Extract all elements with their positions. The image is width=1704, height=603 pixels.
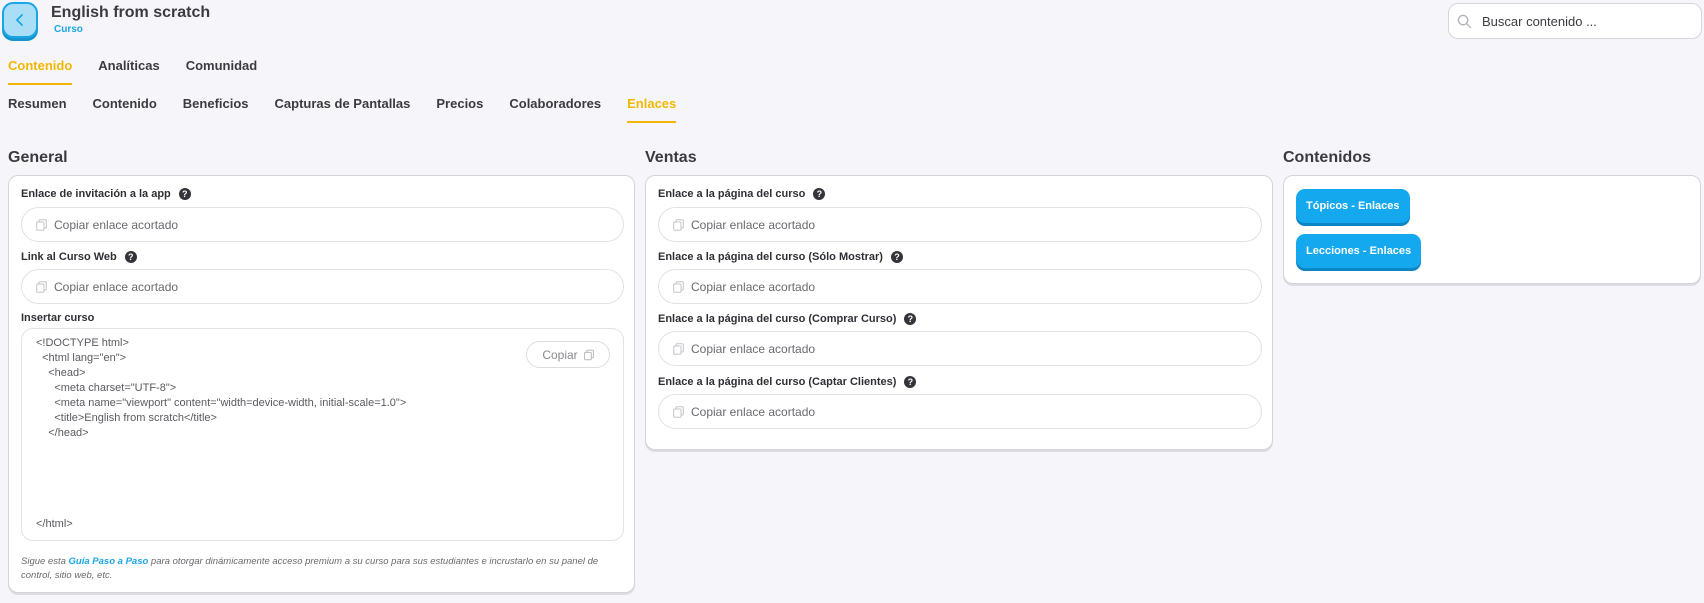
code-line: </html>	[36, 518, 73, 530]
field-label-text: Link al Curso Web	[21, 251, 117, 263]
subtab-capturas[interactable]: Capturas de Pantallas	[275, 96, 411, 123]
link-field-placeholder: Copiar enlace acortado	[54, 217, 179, 232]
subtab-precios[interactable]: Precios	[436, 96, 483, 123]
copy-icon	[673, 342, 684, 355]
contenidos-panel: Tópicos - Enlaces Lecciones - Enlaces	[1283, 175, 1701, 284]
link-field-placeholder: Copiar enlace acortado	[691, 404, 816, 419]
search-input[interactable]	[1480, 12, 1684, 30]
code-line: <meta name="viewport" content="width=dev…	[36, 397, 407, 409]
code-line: <!DOCTYPE html>	[36, 337, 129, 349]
field-label: Enlace a la página del curso ?	[658, 188, 826, 200]
course-page-leads-link-field[interactable]: Copiar enlace acortado	[658, 394, 1262, 429]
general-title: General	[8, 149, 68, 166]
help-icon[interactable]: ?	[904, 376, 917, 388]
page-subtitle: Curso	[54, 24, 83, 35]
tab-analiticas[interactable]: Analíticas	[98, 58, 159, 85]
page-title: English from scratch	[51, 4, 211, 21]
search-box[interactable]	[1448, 3, 1702, 39]
field-label-text: Enlace a la página del curso (Comprar Cu…	[658, 313, 897, 325]
link-field-placeholder: Copiar enlace acortado	[691, 279, 816, 294]
ventas-panel: Enlace a la página del curso ? Copiar en…	[645, 175, 1273, 450]
help-icon[interactable]: ?	[904, 313, 917, 325]
embed-label: Insertar curso	[21, 312, 95, 324]
copy-code-button[interactable]: Copiar	[526, 341, 610, 368]
ventas-title: Ventas	[645, 149, 697, 166]
sub-tabs: Resumen Contenido Beneficios Capturas de…	[8, 96, 702, 123]
field-label: Enlace a la página del curso (Comprar Cu…	[658, 313, 917, 325]
field-label-text: Enlace a la página del curso (Captar Cli…	[658, 376, 897, 388]
chevron-left-icon	[16, 14, 23, 26]
code-line: </head>	[36, 427, 89, 439]
subtab-enlaces[interactable]: Enlaces	[627, 96, 677, 123]
lessons-links-button[interactable]: Lecciones - Enlaces	[1296, 234, 1422, 268]
subtab-colaboradores[interactable]: Colaboradores	[509, 96, 601, 123]
field-label: Enlace a la página del curso (Sólo Mostr…	[658, 251, 903, 263]
copy-button-label: Copiar	[542, 347, 578, 362]
field-label-text: Enlace a la página del curso (Sólo Mostr…	[658, 251, 883, 263]
code-line: <head>	[36, 367, 86, 379]
link-field-placeholder: Copiar enlace acortado	[54, 279, 179, 294]
embed-hint: Sigue esta Guía Paso a Paso para otorgar…	[21, 555, 626, 583]
hint-prefix: Sigue esta	[21, 556, 69, 567]
link-field-placeholder: Copiar enlace acortado	[691, 217, 816, 232]
subtab-contenido[interactable]: Contenido	[93, 96, 157, 123]
copy-icon	[36, 218, 47, 231]
field-label: Enlace a la página del curso (Captar Cli…	[658, 376, 917, 388]
help-icon[interactable]: ?	[124, 251, 137, 263]
field-label-text: Enlace a la página del curso	[658, 188, 806, 200]
code-line: <title>English from scratch</title>	[36, 412, 217, 424]
code-line: <html lang="en">	[36, 352, 127, 364]
copy-icon	[673, 280, 684, 293]
course-page-link-field[interactable]: Copiar enlace acortado	[658, 207, 1262, 242]
web-course-link-field[interactable]: Copiar enlace acortado	[21, 269, 624, 304]
tab-comunidad[interactable]: Comunidad	[186, 58, 258, 85]
step-guide-link[interactable]: Guía Paso a Paso	[69, 556, 149, 567]
back-button[interactable]	[2, 2, 38, 38]
main-tabs: Contenido Analíticas Comunidad	[8, 58, 283, 85]
field-label: Enlace de invitación a la app ?	[21, 188, 191, 200]
help-icon[interactable]: ?	[178, 188, 191, 200]
subtab-resumen[interactable]: Resumen	[8, 96, 67, 123]
help-icon[interactable]: ?	[813, 188, 826, 200]
field-label-text: Enlace de invitación a la app	[21, 188, 171, 200]
general-panel: Enlace de invitación a la app ? Copiar e…	[8, 175, 635, 593]
tab-contenido[interactable]: Contenido	[8, 58, 73, 85]
link-field-placeholder: Copiar enlace acortado	[691, 341, 816, 356]
help-icon[interactable]: ?	[890, 251, 903, 263]
topics-links-button[interactable]: Tópicos - Enlaces	[1296, 189, 1410, 223]
copy-icon	[36, 280, 47, 293]
course-page-show-link-field[interactable]: Copiar enlace acortado	[658, 269, 1262, 304]
subtab-beneficios[interactable]: Beneficios	[183, 96, 249, 123]
app-invite-link-field[interactable]: Copiar enlace acortado	[21, 207, 624, 242]
code-line: <meta charset="UTF-8">	[36, 382, 177, 394]
search-icon	[1457, 14, 1472, 28]
course-page-buy-link-field[interactable]: Copiar enlace acortado	[658, 331, 1262, 366]
copy-icon	[583, 349, 594, 360]
copy-icon	[673, 218, 684, 231]
copy-icon	[673, 405, 684, 418]
embed-code-box[interactable]: <!DOCTYPE html> <html lang="en"> <head> …	[21, 328, 624, 541]
field-label: Link al Curso Web ?	[21, 251, 137, 263]
contenidos-title: Contenidos	[1283, 149, 1371, 166]
